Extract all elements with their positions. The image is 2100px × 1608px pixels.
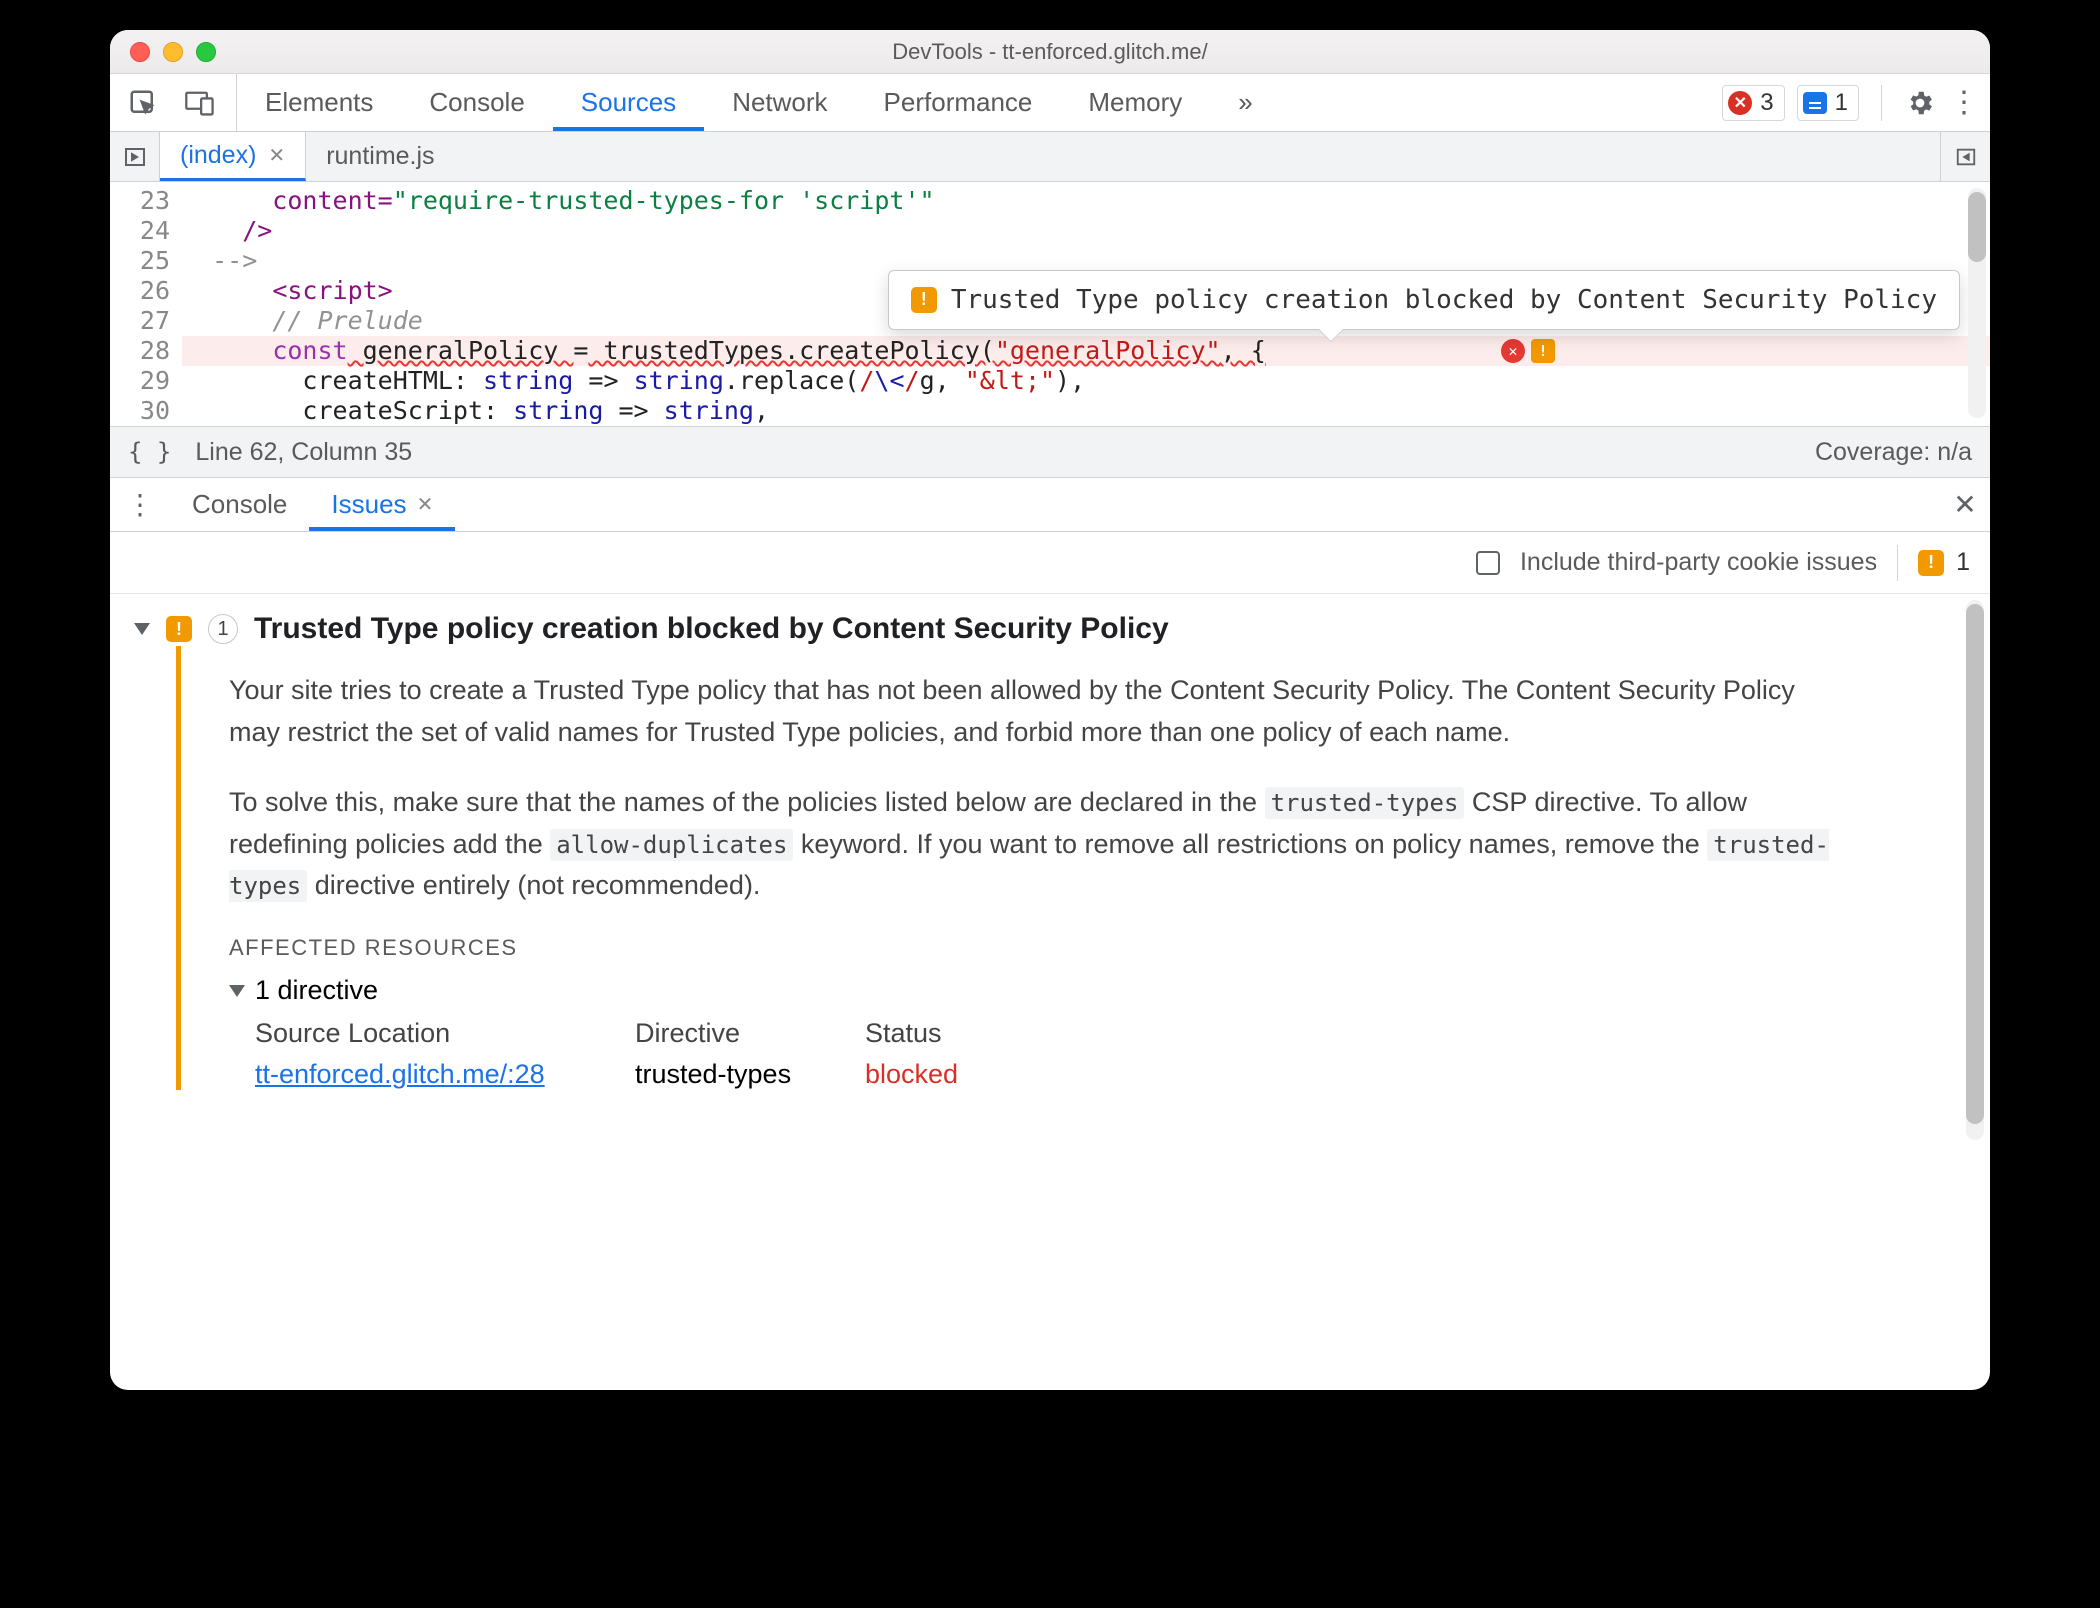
warning-count: 1 [1956,548,1970,577]
warning-count-badge[interactable]: ! 1 [1918,548,1970,577]
coverage-status: Coverage: n/a [1815,438,1972,467]
tab-more[interactable]: » [1210,74,1280,131]
issues-panel: ! 1 Trusted Type policy creation blocked… [110,594,1990,1290]
directive-row[interactable]: 1 directive [229,975,1960,1006]
divider [1897,545,1898,581]
message-count: 1 [1835,89,1848,117]
col-directive: Directive [635,1018,865,1049]
drawer-tab-strip: ⋮ Console Issues ✕ ✕ [110,478,1990,532]
tab-performance[interactable]: Performance [856,74,1061,131]
tab-elements[interactable]: Elements [237,74,401,131]
tab-network[interactable]: Network [704,74,855,131]
tooltip-text: Trusted Type policy creation blocked by … [951,285,1937,315]
drawer-tab-console[interactable]: Console [170,478,309,531]
error-count-badge[interactable]: ✕ 3 [1722,85,1784,121]
drawer-tab-issues[interactable]: Issues ✕ [309,478,455,531]
issue-header[interactable]: ! 1 Trusted Type policy creation blocked… [134,612,1960,646]
error-icon: ✕ [1728,91,1752,115]
inspect-icon[interactable] [128,88,158,118]
device-toggle-icon[interactable] [184,88,216,118]
kebab-menu-icon[interactable]: ⋮ [1948,87,1980,119]
code-editor[interactable]: 232425 262728 2930 content="require-trus… [110,182,1990,426]
chevron-down-icon [229,985,245,997]
warning-icon: ! [1531,339,1555,363]
third-party-checkbox[interactable] [1476,551,1500,575]
warning-icon: ! [166,616,192,642]
affected-table: Source Location Directive Status tt-enfo… [255,1018,1960,1090]
cursor-position: Line 62, Column 35 [195,438,412,467]
titlebar: DevTools - tt-enforced.glitch.me/ [110,30,1990,74]
tab-sources[interactable]: Sources [553,74,704,131]
line-gutter: 232425 262728 2930 [110,182,182,426]
message-icon [1803,92,1827,114]
warning-icon: ! [911,287,937,313]
navigator-toggle-icon[interactable] [110,132,160,181]
issue-description: Your site tries to create a Trusted Type… [229,670,1829,907]
editor-statusbar: { } Line 62, Column 35 Coverage: n/a [110,426,1990,478]
affected-resources-heading: AFFECTED RESOURCES [229,935,1960,961]
pretty-print-icon[interactable]: { } [128,438,171,466]
warning-tooltip: ! Trusted Type policy creation blocked b… [888,270,1960,330]
col-status: Status [865,1018,1065,1049]
drawer-tab-label: Console [192,489,287,520]
settings-gear-icon[interactable] [1904,87,1936,119]
error-count: 3 [1760,89,1773,117]
chevron-down-icon [134,623,150,635]
inline-error-icons[interactable]: ✕ ! [1501,339,1555,363]
panel-tabs: Elements Console Sources Network Perform… [237,74,1281,131]
file-tab-runtime[interactable]: runtime.js [306,132,455,181]
issue-title: Trusted Type policy creation blocked by … [254,612,1169,646]
warning-icon: ! [1918,550,1944,576]
third-party-label: Include third-party cookie issues [1520,548,1877,577]
source-location-link[interactable]: tt-enforced.glitch.me/:28 [255,1059,635,1090]
directive-count-label: 1 directive [255,975,378,1006]
drawer-tab-label: Issues [331,489,406,520]
issues-scrollbar[interactable] [1966,600,1984,1140]
file-tab-strip: (index) ✕ runtime.js [110,132,1990,182]
divider [1881,85,1882,121]
directive-value: trusted-types [635,1059,865,1090]
message-count-badge[interactable]: 1 [1797,85,1859,121]
file-tab-label: runtime.js [326,142,434,171]
devtools-window: DevTools - tt-enforced.glitch.me/ Elemen… [110,30,1990,1390]
file-tab-index[interactable]: (index) ✕ [160,132,306,181]
tab-memory[interactable]: Memory [1060,74,1210,131]
show-navigator-icon[interactable] [1940,132,1990,181]
code-scrollbar[interactable] [1968,188,1986,418]
drawer-kebab-icon[interactable]: ⋮ [120,478,160,531]
close-icon[interactable]: ✕ [417,492,434,517]
main-toolbar: Elements Console Sources Network Perform… [110,74,1990,132]
file-tab-label: (index) [180,141,256,170]
error-icon: ✕ [1501,339,1525,363]
tab-console[interactable]: Console [401,74,552,131]
close-icon[interactable]: ✕ [268,143,285,168]
status-value: blocked [865,1059,1065,1090]
issue-count-pill: 1 [208,614,238,644]
issues-toolbar: Include third-party cookie issues ! 1 [110,532,1990,594]
drawer-close-icon[interactable]: ✕ [1940,478,1990,531]
col-source-location: Source Location [255,1018,635,1049]
window-title: DevTools - tt-enforced.glitch.me/ [110,39,1990,65]
